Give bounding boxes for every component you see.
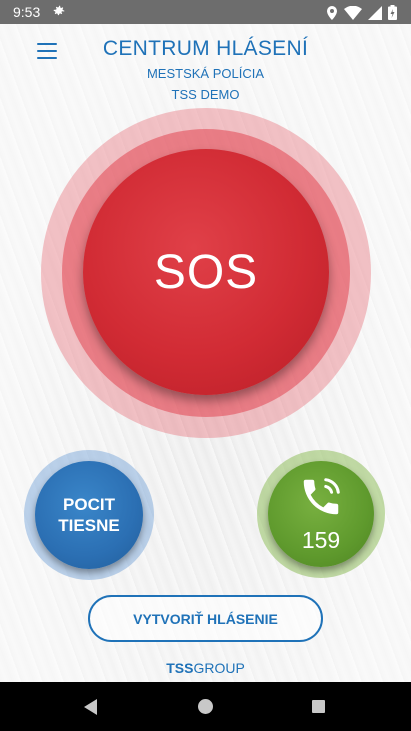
page-subtitle-2: TSS DEMO bbox=[171, 87, 240, 102]
brand-logo: TSSGROUP bbox=[0, 660, 411, 676]
distress-label-line2: TIESNE bbox=[58, 516, 120, 535]
signal-icon bbox=[368, 5, 382, 20]
distress-button[interactable]: POCIT TIESNE bbox=[35, 461, 143, 569]
page-subtitle: MESTSKÁ POLÍCIA bbox=[146, 66, 265, 81]
status-bar: 9:53 bbox=[0, 0, 411, 24]
distress-label-line1: POCIT bbox=[63, 495, 115, 514]
sos-label: SOS bbox=[153, 245, 259, 299]
brand-bold: TSS bbox=[166, 660, 194, 676]
page-title: CENTRUM HLÁSENÍ bbox=[102, 37, 309, 60]
call-number: 159 bbox=[301, 527, 341, 553]
phone-icon bbox=[303, 478, 340, 515]
brand-rest: GROUP bbox=[193, 660, 245, 676]
back-icon[interactable] bbox=[84, 699, 97, 715]
home-icon[interactable] bbox=[198, 699, 213, 714]
wifi-icon bbox=[344, 5, 362, 20]
create-report-button[interactable]: VYTVORIŤ HLÁSENIE bbox=[88, 595, 323, 642]
status-time: 9:53 bbox=[13, 4, 41, 20]
sos-button[interactable]: SOS bbox=[83, 149, 329, 395]
navigation-bar bbox=[0, 682, 411, 731]
call-button[interactable]: 159 bbox=[268, 461, 374, 567]
location-icon bbox=[327, 5, 337, 20]
create-report-label: VYTVORIŤ HLÁSENIE bbox=[133, 610, 278, 627]
gear-icon bbox=[53, 5, 65, 16]
battery-icon bbox=[388, 5, 397, 20]
status-icons bbox=[326, 5, 397, 20]
recents-icon[interactable] bbox=[312, 700, 325, 713]
